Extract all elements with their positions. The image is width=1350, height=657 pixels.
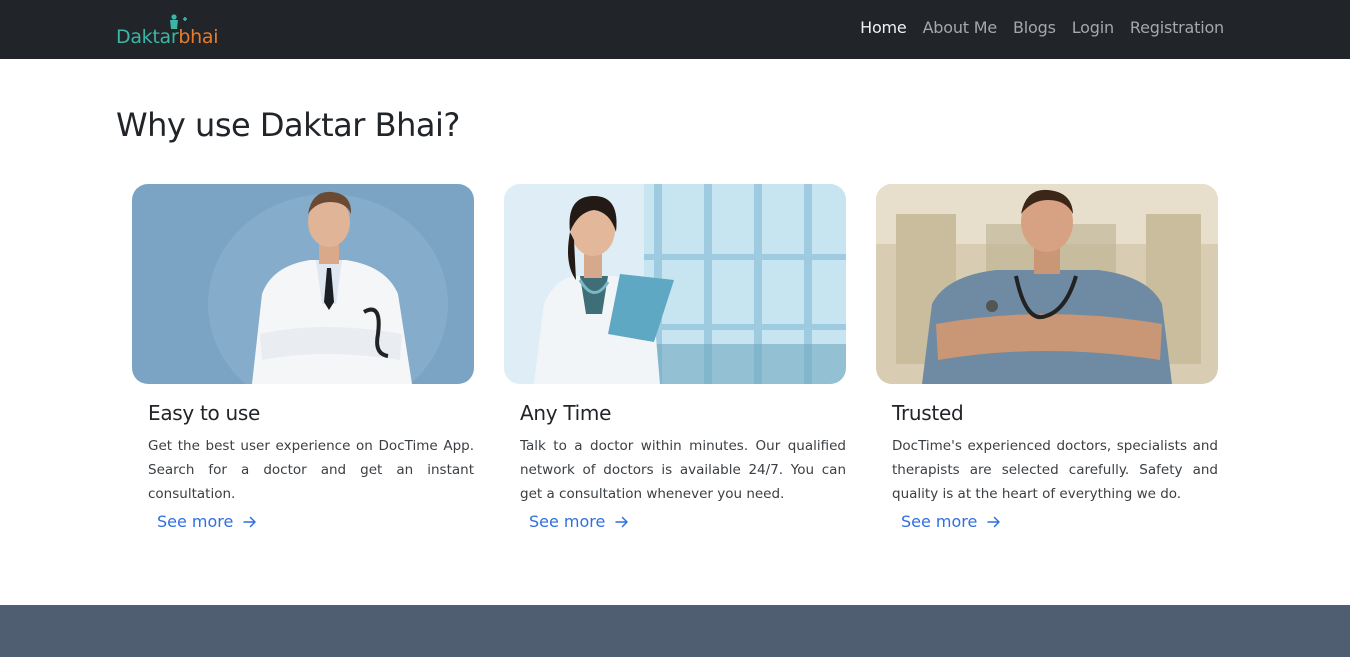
card-description: Talk to a doctor within minutes. Our qua… — [520, 438, 846, 502]
card-title: Trusted — [892, 401, 964, 425]
arrow-right-icon — [615, 516, 629, 527]
see-more-link[interactable]: See more — [901, 512, 1001, 531]
doctor-photo-illustration — [504, 184, 846, 384]
card-title: Any Time — [520, 401, 612, 425]
card-image-doctor-male — [132, 184, 474, 384]
brand-name-part1: Daktar — [116, 26, 179, 48]
arrow-right-icon — [243, 516, 257, 527]
nav-item-login[interactable]: Login — [1072, 18, 1114, 37]
card-description: DocTime's experienced doctors, specialis… — [892, 438, 1218, 502]
navbar: Daktarbhai Home About Me Blogs Login Reg… — [0, 0, 1350, 59]
nav-item-blogs[interactable]: Blogs — [1013, 18, 1056, 37]
footer-section — [0, 605, 1350, 657]
feature-card-easy: Easy to use Get the best user experience… — [132, 184, 474, 531]
feature-card-anytime: Any Time Talk to a doctor within minutes… — [504, 184, 846, 531]
feature-card-trusted: Trusted DocTime's experienced doctors, s… — [876, 184, 1218, 531]
doctor-photo-illustration — [876, 184, 1218, 384]
card-image-doctor-scrubs — [876, 184, 1218, 384]
see-more-link[interactable]: See more — [157, 512, 257, 531]
nav-item-registration[interactable]: Registration — [1130, 18, 1224, 37]
nav-menu: Home About Me Blogs Login Registration — [860, 18, 1224, 37]
brand-name: Daktarbhai — [116, 26, 219, 48]
card-title: Easy to use — [148, 401, 261, 425]
see-more-label: See more — [901, 512, 978, 531]
card-image-doctor-female — [504, 184, 846, 384]
arrow-right-icon — [987, 516, 1001, 527]
brand-logo[interactable]: Daktarbhai — [116, 14, 226, 50]
brand-name-part2: bhai — [178, 26, 219, 48]
doctor-photo-illustration — [132, 184, 474, 384]
section-title: Why use Daktar Bhai? — [116, 106, 460, 144]
see-more-link[interactable]: See more — [529, 512, 629, 531]
nav-item-about-me[interactable]: About Me — [923, 18, 998, 37]
see-more-label: See more — [529, 512, 606, 531]
see-more-label: See more — [157, 512, 234, 531]
card-description: Get the best user experience on DocTime … — [148, 438, 474, 502]
nav-item-home[interactable]: Home — [860, 18, 907, 37]
